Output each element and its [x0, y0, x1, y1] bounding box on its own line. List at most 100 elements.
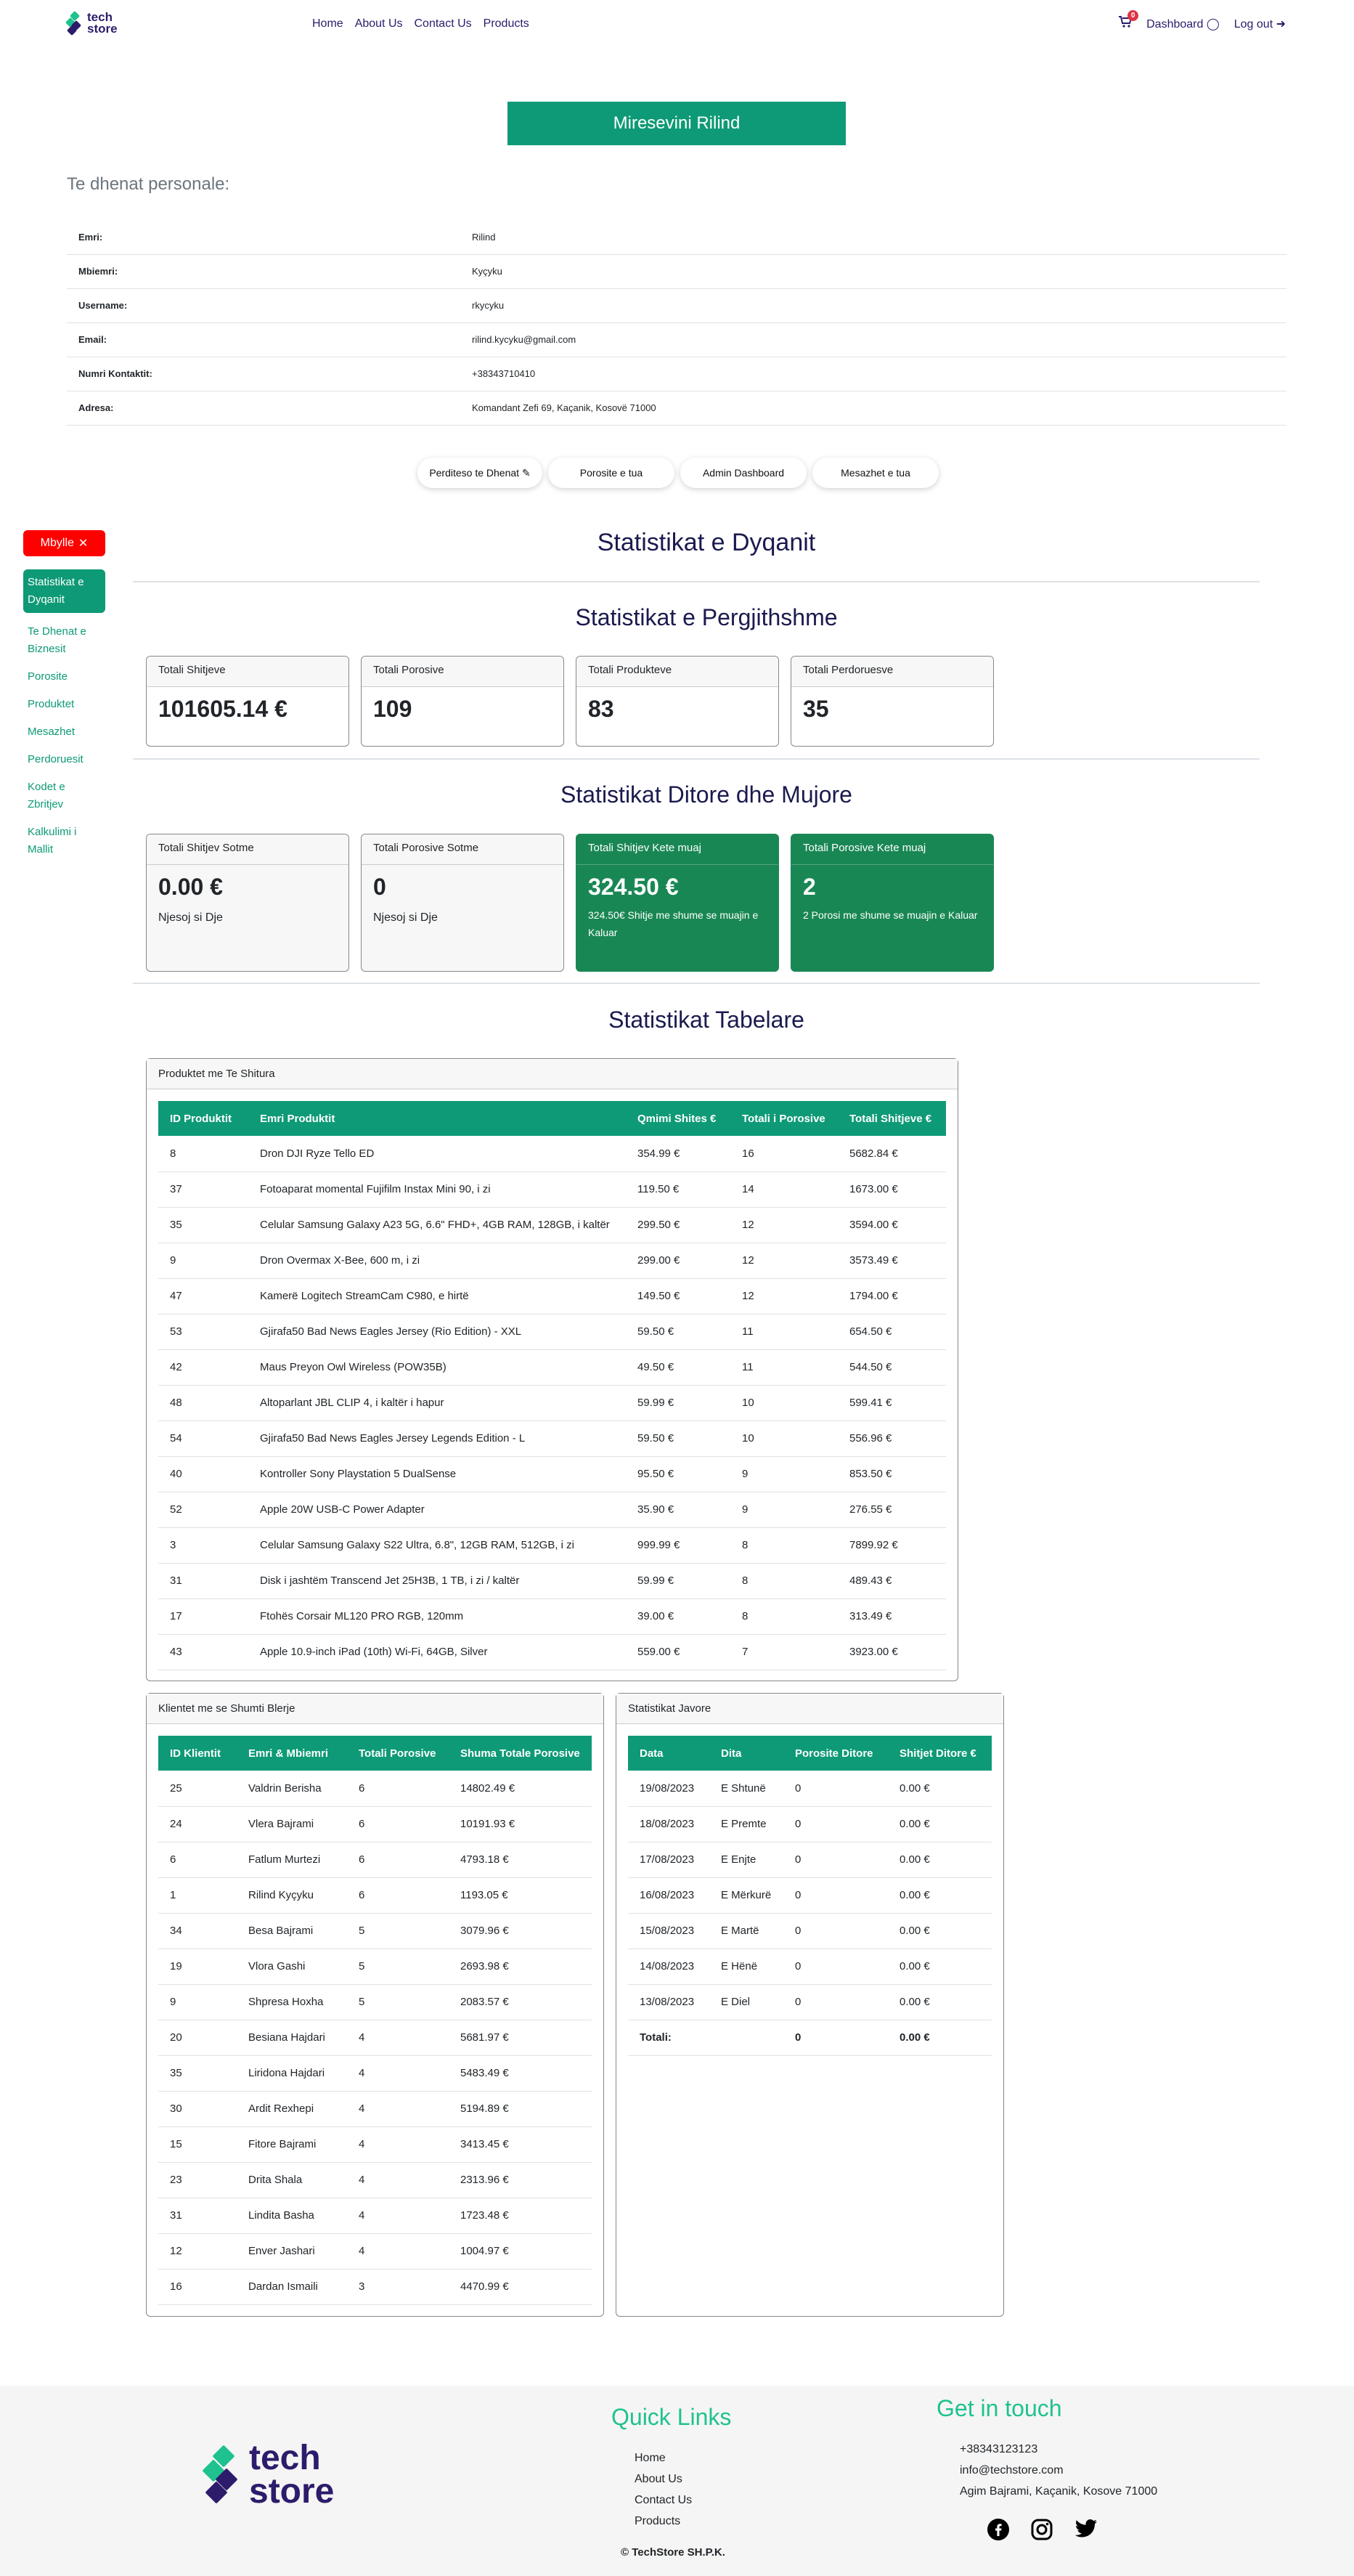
admin-dashboard-button[interactable]: Admin Dashboard — [680, 458, 807, 488]
sidebar-item-business-data[interactable]: Te Dhenat e Biznesit — [23, 623, 105, 658]
table-cell: 853.50 € — [838, 1456, 946, 1492]
table-cell: Ardit Rexhepi — [237, 2091, 347, 2127]
contact-email[interactable]: info@techstore.com — [960, 2460, 1157, 2481]
twitter-icon[interactable] — [1074, 2519, 1098, 2539]
table-row: 52 Apple 20W USB-C Power Adapter 35.90 €9 2… — [158, 1492, 946, 1528]
table-row: 30 Ardit Rexhepi 4 5194.89 € — [158, 2091, 592, 2127]
table-cell: E Mërkurë — [709, 1877, 783, 1914]
table-cell: 489.43 € — [838, 1563, 946, 1599]
sidebar-item-stock-calc[interactable]: Kalkulimi i Mallit — [23, 824, 105, 858]
column-header: Porosite Ditore — [783, 1736, 888, 1771]
table-cell: 2313.96 € — [449, 2162, 592, 2198]
divider — [133, 581, 1260, 582]
table-cell: 1673.00 € — [838, 1171, 946, 1208]
table-cell: 299.50 € — [626, 1207, 730, 1243]
table-cell: 16 — [730, 1136, 838, 1172]
table-cell: 59.99 € — [626, 1385, 730, 1421]
contact-title: Get in touch — [937, 2395, 1062, 2421]
table-cell: 59.50 € — [626, 1314, 730, 1350]
table-cell: 12 — [158, 2233, 237, 2270]
stat-label: Totali Produkteve — [576, 657, 778, 687]
table-cell: 10191.93 € — [449, 1806, 592, 1842]
facebook-icon[interactable] — [987, 2519, 1009, 2540]
table-cell: 276.55 € — [838, 1492, 946, 1528]
table-cell: E Premte — [709, 1806, 783, 1842]
column-header: Totali Porosive — [347, 1736, 449, 1771]
table-cell: 59.50 € — [626, 1421, 730, 1457]
footer-brand-line-2: store — [249, 2471, 335, 2511]
table-row: 53 Gjirafa50 Bad News Eagles Jersey (Rio … — [158, 1314, 946, 1350]
weekly-stats-table: Data Dita Porosite Ditore Shitjet Ditore € … — [628, 1736, 992, 2056]
stat-card-total-products: Totali Produkteve 83 — [576, 656, 779, 747]
field-value: Rilind — [460, 220, 1286, 255]
table-cell: 559.00 € — [626, 1634, 730, 1670]
column-header: Emri Produktit — [248, 1101, 626, 1136]
dashboard-link[interactable]: Dashboard ◯ — [1146, 17, 1220, 31]
table-cell: 3 — [158, 1527, 248, 1564]
nav-right: 0 Dashboard ◯ Log out ➜ — [1119, 10, 1286, 31]
sidebar-item-orders[interactable]: Porosite — [23, 668, 105, 686]
table-cell: 1794.00 € — [838, 1278, 946, 1315]
table-cell: Besiana Hajdari — [237, 2020, 347, 2056]
general-stats-title: Statistikat e Pergjithshme — [575, 604, 838, 630]
footer-link-products[interactable]: Products — [635, 2511, 692, 2532]
top-products-table: ID Produktit Emri Produktit Qmimi Shites €… — [158, 1101, 946, 1670]
top-clients-panel: Klientet me se Shumti Blerje ID Klientit… — [146, 1693, 604, 2317]
table-cell: 49.50 € — [626, 1349, 730, 1386]
update-profile-label: Perditeso te Dhenat — [429, 467, 520, 479]
nav-contact[interactable]: Contact Us — [415, 17, 472, 31]
table-cell: 0.00 € — [888, 1771, 992, 1807]
table-cell: 4 — [347, 2020, 449, 2056]
table-cell: 15 — [158, 2126, 237, 2163]
field-label: Adresa: — [67, 391, 460, 426]
my-orders-button[interactable]: Porosite e tua — [548, 458, 674, 488]
table-row: 15/08/2023 E Martë 0 0.00 € — [628, 1913, 992, 1949]
table-cell: Kontroller Sony Playstation 5 DualSense — [248, 1456, 626, 1492]
table-cell: 5681.97 € — [449, 2020, 592, 2056]
sidebar-item-users[interactable]: Perdoruesit — [23, 751, 105, 768]
table-cell: 4 — [347, 2198, 449, 2234]
footer-link-home[interactable]: Home — [635, 2447, 692, 2469]
table-cell: 2693.98 € — [449, 1949, 592, 1985]
footer-link-contact[interactable]: Contact Us — [635, 2490, 692, 2511]
close-sidebar-button[interactable]: Mbylle ✕ — [23, 530, 105, 556]
table-row: 17/08/2023 E Enjte 0 0.00 € — [628, 1842, 992, 1878]
footer-link-about[interactable]: About Us — [635, 2469, 692, 2490]
field-label: Mbiemri: — [67, 254, 460, 289]
instagram-icon[interactable] — [1031, 2519, 1053, 2540]
field-value: Komandant Zefi 69, Kaçanik, Kosovë 71000 — [460, 391, 1286, 426]
table-row: 16 Dardan Ismaili 3 4470.99 € — [158, 2269, 592, 2305]
sidebar-item-store-stats[interactable]: Statistikat e Dyqanit — [23, 569, 105, 613]
sidebar-item-discount-codes[interactable]: Kodet e Zbritjev — [23, 779, 105, 813]
field-value: rkycyku — [460, 288, 1286, 323]
sidebar-item-products[interactable]: Produktet — [23, 696, 105, 713]
sidebar-item-messages[interactable]: Mesazhet — [23, 723, 105, 741]
table-cell: 5483.49 € — [449, 2055, 592, 2092]
update-profile-button[interactable]: Perditeso te Dhenat ✎ — [417, 458, 542, 488]
table-cell: 2083.57 € — [449, 1984, 592, 2020]
table-cell: 3413.45 € — [449, 2126, 592, 2163]
field-label: Emri: — [67, 220, 460, 255]
table-cell: 1723.48 € — [449, 2198, 592, 2234]
table-cell: Fotoaparat momental Fujifilm Instax Mini… — [248, 1171, 626, 1208]
social-links — [987, 2519, 1098, 2540]
table-cell: 0 — [783, 1806, 888, 1842]
stat-card-total-orders: Totali Porosive 109 — [361, 656, 564, 747]
table-cell: Fitore Bajrami — [237, 2126, 347, 2163]
close-sidebar-label: Mbylle — [40, 537, 74, 549]
table-cell: E Shtunë — [709, 1771, 783, 1807]
edit-icon: ✎ — [521, 466, 531, 479]
my-messages-button[interactable]: Mesazhet e tua — [812, 458, 939, 488]
logout-link[interactable]: Log out ➜ — [1234, 17, 1286, 31]
brand-logo[interactable]: tech store — [65, 11, 118, 36]
nav-home[interactable]: Home — [312, 17, 343, 31]
nav-products[interactable]: Products — [484, 17, 529, 31]
table-row: 19/08/2023 E Shtunë 0 0.00 € — [628, 1771, 992, 1807]
nav-about[interactable]: About Us — [355, 17, 403, 31]
cart-button[interactable]: 0 — [1119, 10, 1139, 31]
table-row: 24 Vlera Bajrami 6 10191.93 € — [158, 1806, 592, 1842]
table-row: 9 Shpresa Hoxha 5 2083.57 € — [158, 1984, 592, 2020]
table-row: 6 Fatlum Murtezi 6 4793.18 € — [158, 1842, 592, 1878]
top-products-panel: Produktet me Te Shitura ID Produktit Emri… — [146, 1058, 958, 1681]
table-cell: 12 — [730, 1278, 838, 1315]
